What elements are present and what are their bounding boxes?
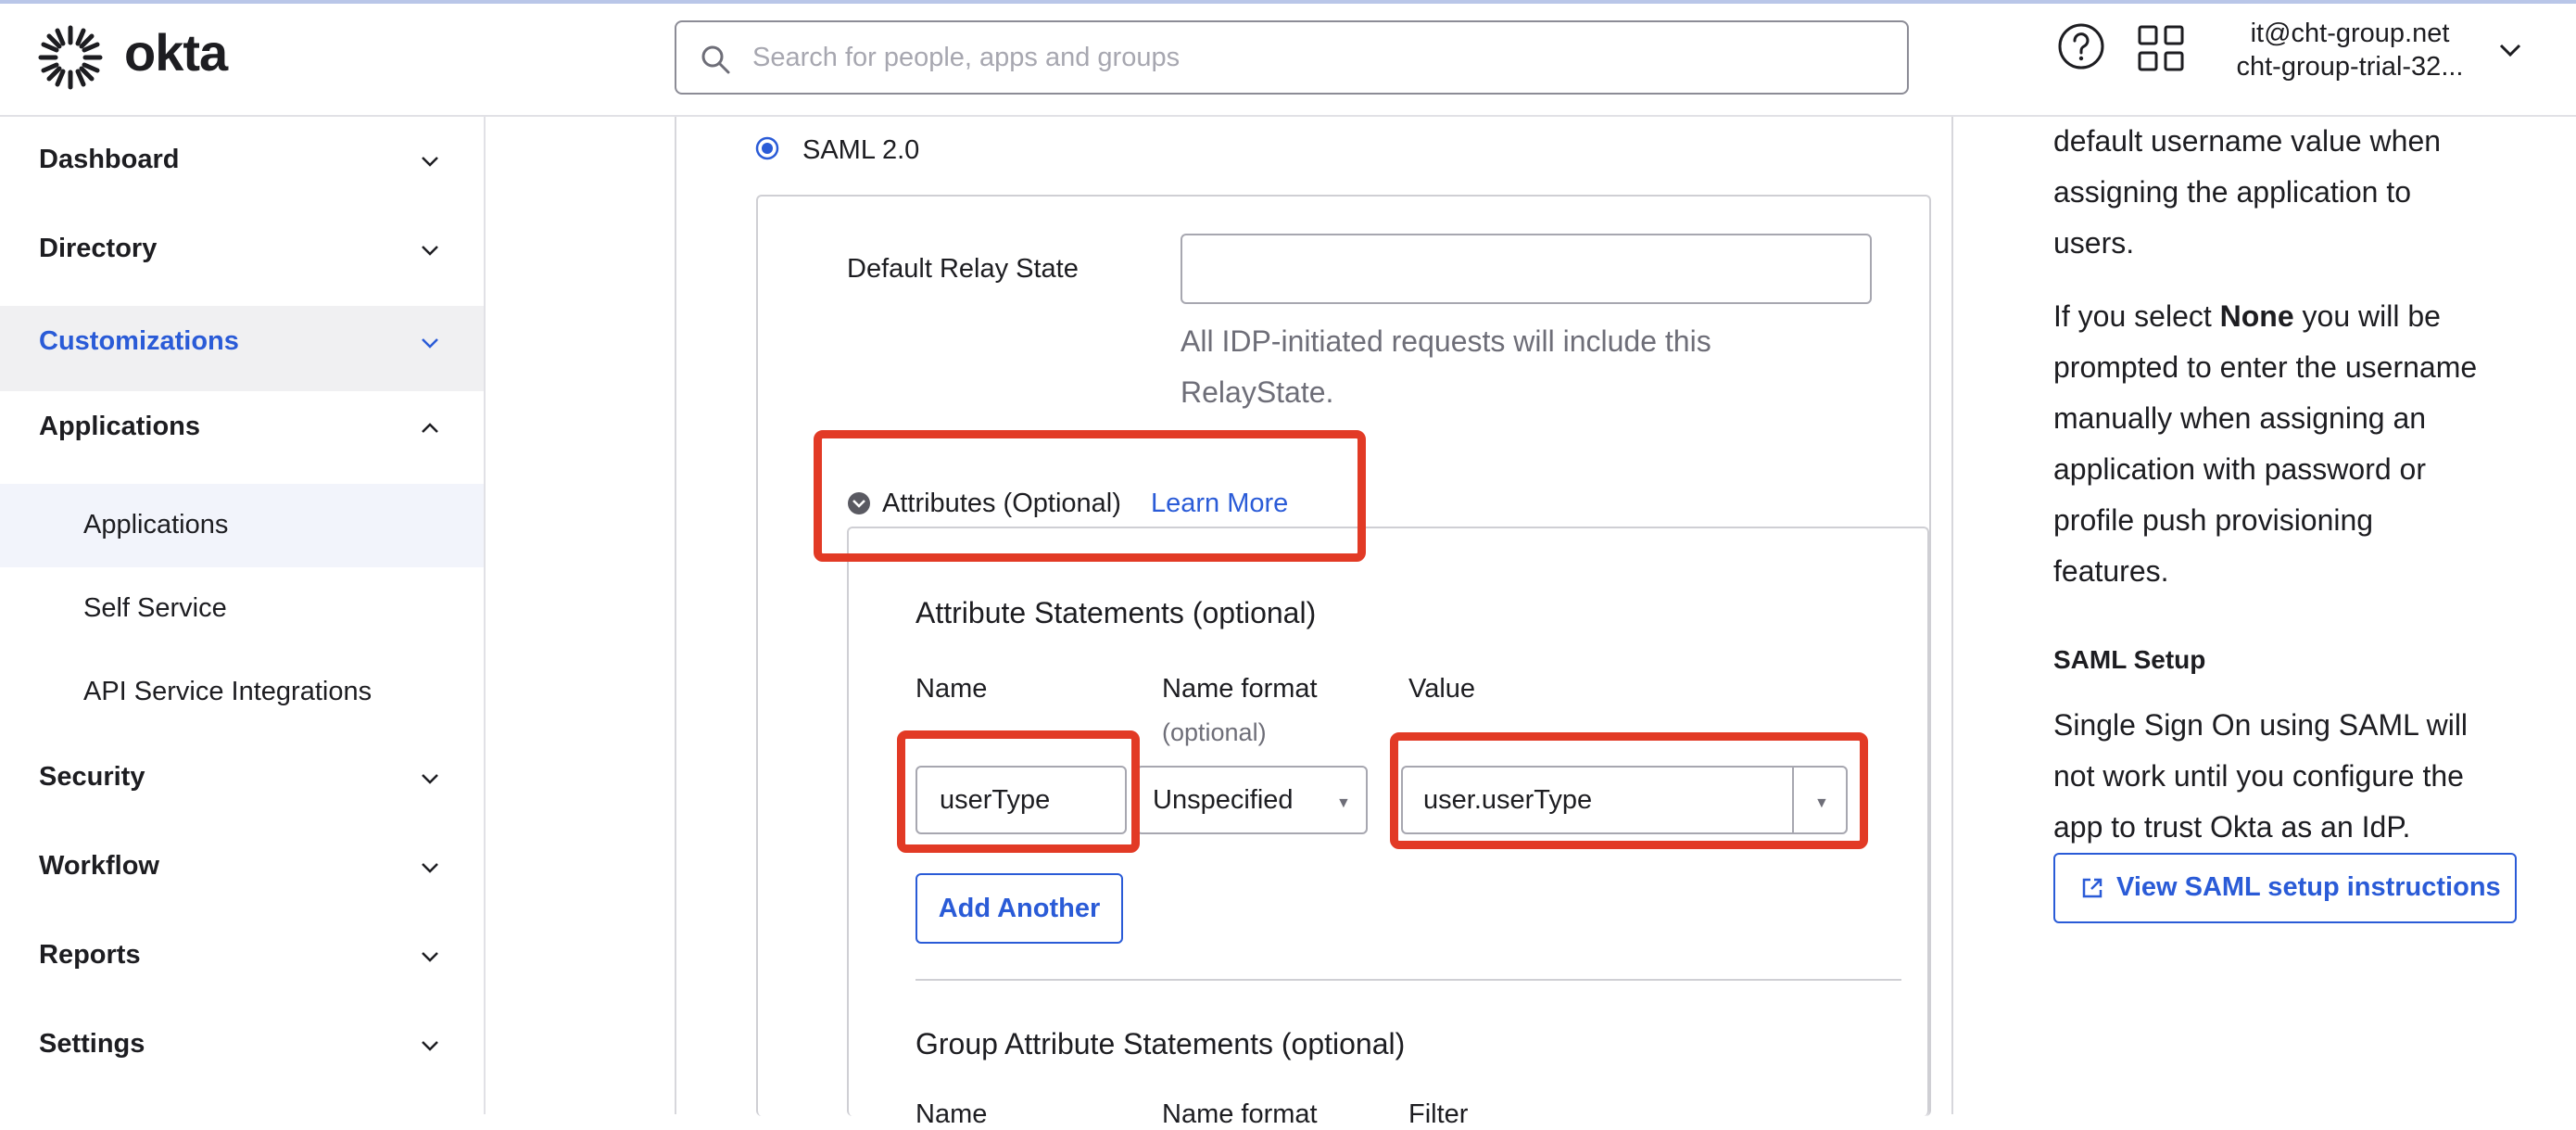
sidebar-item-settings[interactable]: Settings	[0, 1003, 484, 1088]
sidebar-subitem-label: Applications	[83, 510, 229, 540]
user-email[interactable]: it@cht-group.net	[2211, 19, 2489, 49]
section-divider	[915, 979, 1901, 981]
caret-down-icon: ▼	[1336, 795, 1351, 811]
chevron-down-icon	[422, 952, 438, 962]
chevron-down-icon	[422, 246, 438, 256]
radio-selected-icon[interactable]	[754, 135, 780, 161]
help-text-pre: If you select	[2053, 299, 2220, 333]
external-link-icon	[2082, 878, 2102, 898]
attribute-statements-title: Attribute Statements (optional)	[915, 596, 1317, 629]
help-text-none-line: If you select None you will be	[2053, 299, 2441, 334]
view-saml-instructions-button[interactable]: View SAML setup instructions	[2053, 853, 2517, 923]
chevron-down-icon	[422, 157, 438, 167]
search-input[interactable]: Search for people, apps and groups	[675, 20, 1909, 95]
chevron-down-icon[interactable]	[2496, 41, 2524, 59]
sidebar-item-label: Settings	[39, 1029, 145, 1059]
sidebar-item-label: Workflow	[39, 851, 159, 881]
group-column-header-name-format: Name format	[1162, 1099, 1318, 1129]
sidebar-item-security[interactable]: Security	[0, 736, 484, 821]
user-org[interactable]: cht-group-trial-32...	[2211, 52, 2489, 83]
saml-help-line: Single Sign On using SAML will	[2053, 708, 2469, 742]
saml-help-line: not work until you configure the	[2053, 759, 2464, 793]
add-another-button[interactable]: Add Another	[915, 873, 1123, 944]
sidebar-item-label: Security	[39, 762, 145, 792]
relay-state-help: RelayState.	[1181, 375, 1334, 409]
group-attribute-statements-title: Group Attribute Statements (optional)	[915, 1027, 1406, 1060]
group-column-header-name: Name	[915, 1099, 988, 1129]
saml-setup-title: SAML Setup	[2053, 645, 2206, 674]
highlight-box-name	[897, 730, 1140, 853]
sidebar-item-label: Customizations	[39, 326, 239, 356]
help-text-line: default username value when	[2053, 124, 2442, 158]
search-placeholder: Search for people, apps and groups	[752, 43, 1181, 72]
saml-option-label[interactable]: SAML 2.0	[802, 135, 919, 166]
sidebar-item-directory[interactable]: Directory	[0, 208, 484, 293]
sidebar-item-applications[interactable]: Applications	[0, 386, 484, 471]
help-text-line: application with password or	[2053, 452, 2426, 486]
help-text-line: features.	[2053, 554, 2169, 588]
relay-state-label: Default Relay State	[847, 254, 1079, 284]
sidebar-item-label: Dashboard	[39, 145, 180, 174]
sidebar-item-dashboard[interactable]: Dashboard	[0, 119, 484, 204]
chevron-down-icon	[422, 1041, 438, 1051]
sidebar: Dashboard Directory Customizations Appli…	[0, 117, 486, 1114]
highlight-box-value	[1390, 732, 1868, 849]
help-text-line: users.	[2053, 226, 2135, 260]
column-header-name: Name	[915, 674, 988, 704]
column-header-name-format: Name format	[1162, 674, 1318, 704]
relay-state-input[interactable]	[1181, 234, 1872, 304]
sidebar-item-workflow[interactable]: Workflow	[0, 825, 484, 910]
chevron-down-icon	[422, 863, 438, 873]
column-header-optional: (optional)	[1162, 718, 1267, 746]
help-text-line: prompted to enter the username	[2053, 350, 2478, 384]
group-column-header-filter: Filter	[1408, 1099, 1469, 1129]
sidebar-subitem-applications[interactable]: Applications	[0, 484, 484, 567]
sidebar-subitem-label: Self Service	[83, 593, 227, 623]
chevron-up-icon	[422, 423, 438, 433]
app-grid-icon[interactable]	[2137, 24, 2185, 72]
help-text-line: manually when assigning an	[2053, 401, 2427, 435]
chevron-down-icon	[422, 338, 438, 349]
okta-logo-icon[interactable]	[37, 24, 104, 91]
okta-wordmark: okta	[124, 23, 228, 82]
help-text-line: profile push provisioning	[2053, 503, 2374, 537]
sidebar-item-label: Reports	[39, 940, 141, 970]
saml-help-line: app to trust Okta as an IdP.	[2053, 810, 2411, 844]
search-icon	[701, 45, 730, 74]
sidebar-item-reports[interactable]: Reports	[0, 914, 484, 999]
name-format-value: Unspecified	[1153, 785, 1294, 815]
sidebar-subitem-api-service-integrations[interactable]: API Service Integrations	[0, 651, 484, 734]
help-panel	[2009, 117, 2576, 1114]
sidebar-item-label: Directory	[39, 234, 158, 263]
help-text-post: you will be	[2293, 299, 2441, 333]
relay-state-help: All IDP-initiated requests will include …	[1181, 324, 1711, 358]
help-text-line: assigning the application to	[2053, 175, 2412, 209]
help-icon[interactable]	[2057, 22, 2105, 70]
column-header-value: Value	[1408, 674, 1476, 704]
sidebar-item-customizations[interactable]: Customizations	[0, 306, 484, 391]
sidebar-subitem-self-service[interactable]: Self Service	[0, 567, 484, 651]
chevron-down-icon	[422, 774, 438, 784]
sidebar-item-label: Applications	[39, 412, 201, 441]
sidebar-subitem-label: API Service Integrations	[83, 677, 373, 706]
help-text-bold: None	[2219, 299, 2294, 333]
view-saml-instructions-label: View SAML setup instructions	[2116, 872, 2501, 902]
highlight-box-attributes	[814, 430, 1366, 562]
